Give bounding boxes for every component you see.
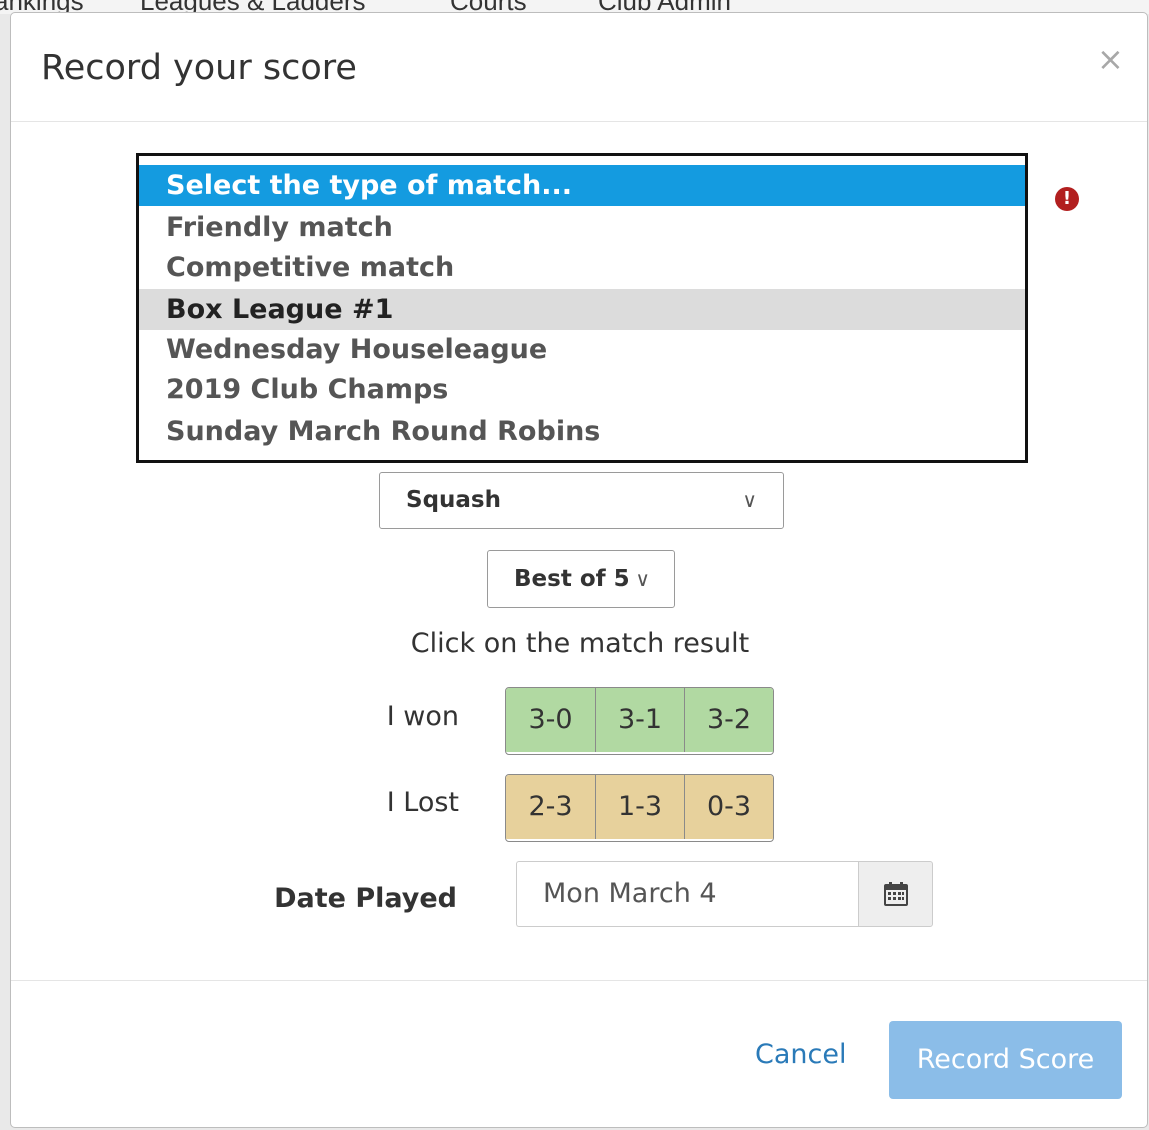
footer-divider bbox=[11, 980, 1147, 981]
chevron-down-icon: ∨ bbox=[635, 567, 650, 591]
result-button-3-2[interactable]: 3-2 bbox=[684, 688, 773, 752]
modal-title: Record your score bbox=[41, 48, 357, 88]
calendar-icon bbox=[884, 882, 908, 906]
match-format-value: Best of 5 bbox=[514, 566, 630, 592]
won-label: I won bbox=[386, 701, 459, 732]
date-played-label: Date Played bbox=[274, 883, 457, 914]
result-button-3-0[interactable]: 3-0 bbox=[506, 688, 595, 752]
record-score-modal: Record your score × Select the type of m… bbox=[10, 12, 1148, 1128]
cancel-button[interactable]: Cancel bbox=[755, 1039, 846, 1070]
match-type-option[interactable]: 2019 Club Champs bbox=[139, 369, 1025, 410]
match-type-option[interactable]: Box League #1 bbox=[139, 289, 1025, 330]
sport-select-value: Squash bbox=[406, 487, 501, 513]
match-type-option[interactable]: Sunday March Round Robins bbox=[139, 411, 1025, 452]
record-score-button[interactable]: Record Score bbox=[889, 1021, 1122, 1099]
header-divider bbox=[11, 121, 1147, 122]
result-button-3-1[interactable]: 3-1 bbox=[595, 688, 684, 752]
exclamation-circle-icon: ! bbox=[1055, 187, 1079, 211]
match-format-select[interactable]: Best of 5 ∨ bbox=[487, 550, 675, 608]
date-picker-button[interactable] bbox=[858, 861, 933, 927]
result-button-1-3[interactable]: 1-3 bbox=[595, 775, 684, 839]
match-type-option[interactable]: Friendly match bbox=[139, 207, 1025, 248]
lost-result-group: 2-3 1-3 0-3 bbox=[505, 774, 774, 842]
result-button-0-3[interactable]: 0-3 bbox=[684, 775, 773, 839]
won-result-group: 3-0 3-1 3-2 bbox=[505, 687, 774, 755]
sport-select[interactable]: Squash ∨ bbox=[379, 472, 784, 529]
close-icon[interactable]: × bbox=[1097, 41, 1124, 77]
lost-label: I Lost bbox=[386, 787, 459, 818]
date-played-input[interactable]: Mon March 4 bbox=[516, 861, 858, 927]
match-type-option[interactable]: Competitive match bbox=[139, 247, 1025, 288]
chevron-down-icon: ∨ bbox=[742, 488, 757, 512]
result-hint: Click on the match result bbox=[410, 628, 750, 659]
match-type-option[interactable]: Select the type of match... bbox=[139, 165, 1025, 206]
result-button-2-3[interactable]: 2-3 bbox=[506, 775, 595, 839]
match-type-listbox[interactable]: Select the type of match... Friendly mat… bbox=[136, 153, 1028, 463]
match-type-option[interactable]: Wednesday Houseleague bbox=[139, 329, 1025, 370]
